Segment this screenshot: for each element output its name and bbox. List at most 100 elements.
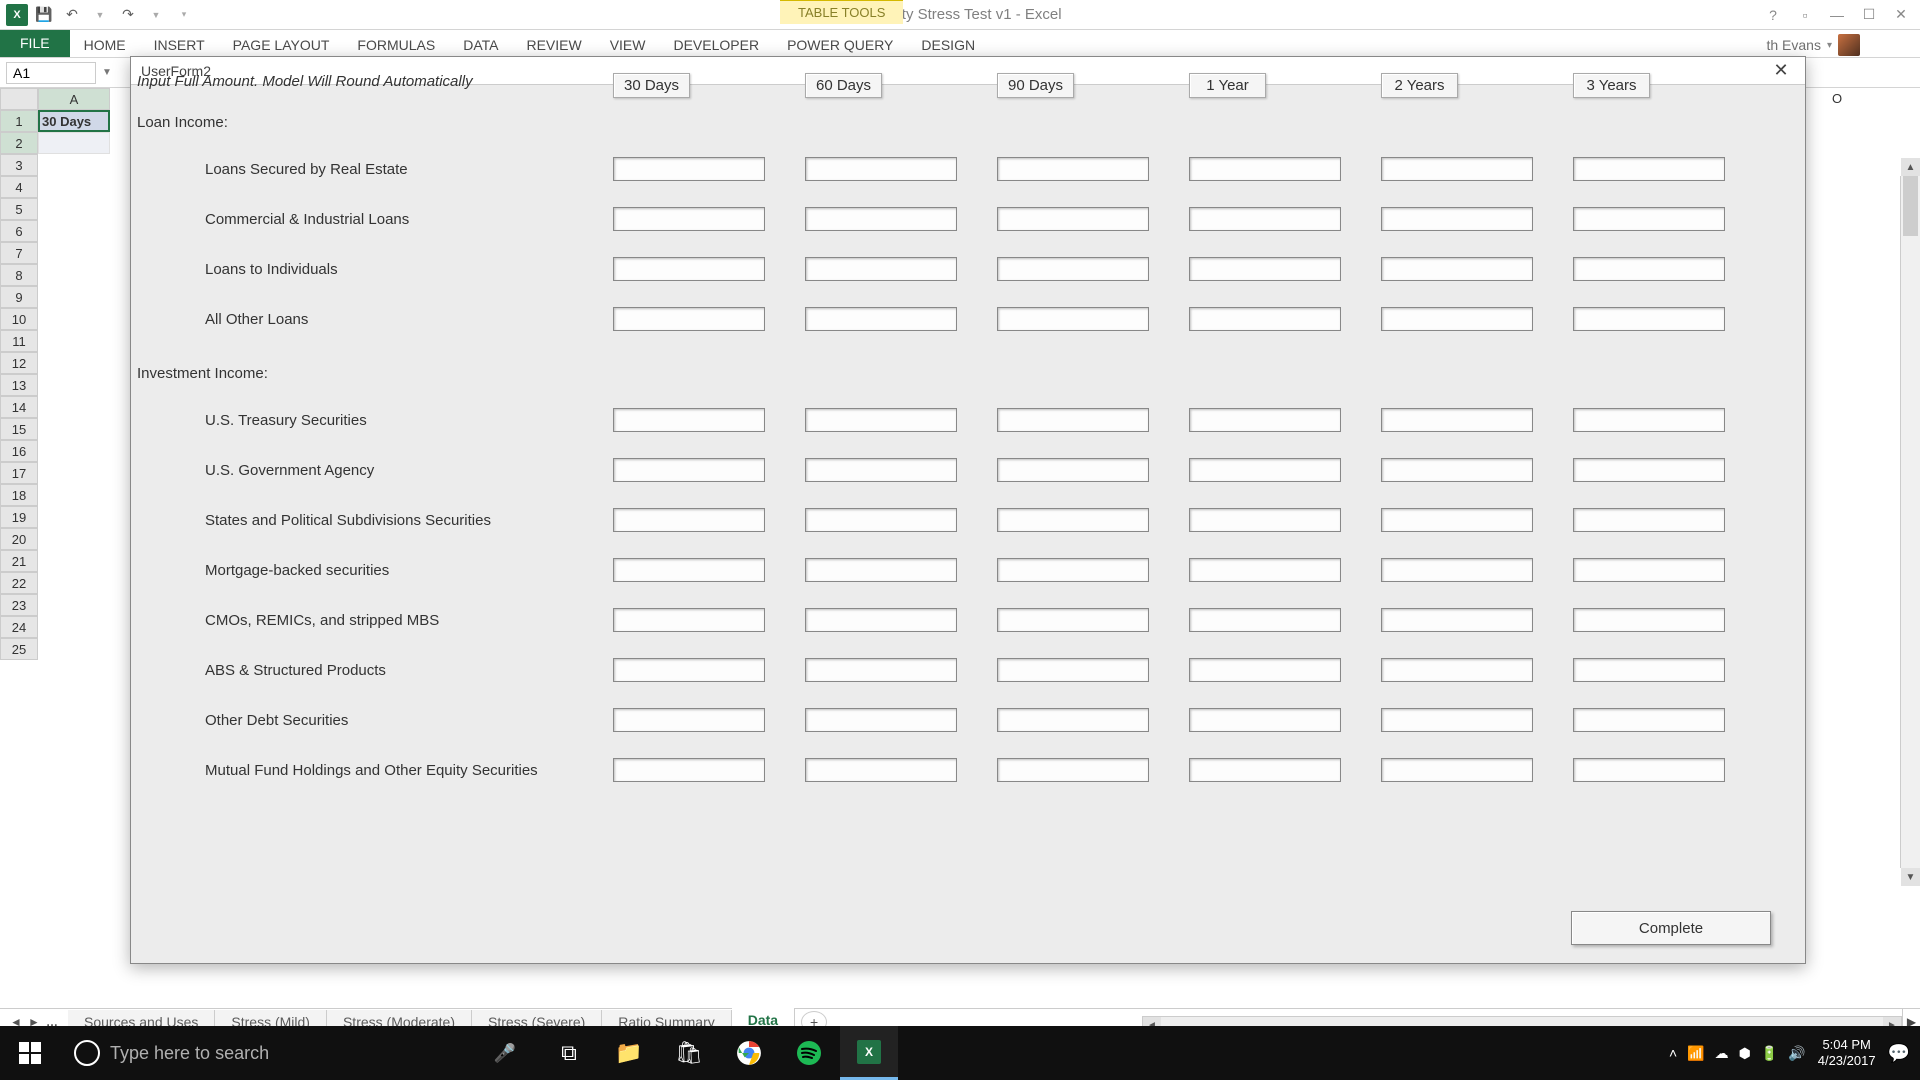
invest-input-r2-c3[interactable] — [1189, 508, 1341, 532]
account-name[interactable]: th Evans — [1766, 37, 1820, 53]
loan-input-r3-c4[interactable] — [1381, 307, 1533, 331]
row-header-16[interactable]: 16 — [0, 440, 38, 462]
row-header-2[interactable]: 2 — [0, 132, 38, 154]
ribbon-tab-home[interactable]: HOME — [70, 33, 140, 57]
notifications-icon[interactable]: 💬 — [1888, 1043, 1910, 1064]
minimize-button[interactable]: — — [1824, 5, 1850, 25]
loan-input-r2-c0[interactable] — [613, 257, 765, 281]
maximize-button[interactable]: ☐ — [1856, 5, 1882, 25]
excel-taskbar-icon[interactable]: X — [840, 1026, 898, 1080]
tray-chevron-icon[interactable]: ˄ — [1669, 1045, 1677, 1062]
loan-input-r3-c2[interactable] — [997, 307, 1149, 331]
ribbon-tab-power-query[interactable]: POWER QUERY — [773, 33, 907, 57]
name-box-dropdown-icon[interactable]: ▼ — [102, 67, 118, 78]
invest-input-r3-c4[interactable] — [1381, 558, 1533, 582]
row-header-6[interactable]: 6 — [0, 220, 38, 242]
cell-a1[interactable]: 30 Days — [38, 110, 110, 132]
invest-input-r6-c1[interactable] — [805, 708, 957, 732]
loan-input-r1-c1[interactable] — [805, 207, 957, 231]
battery-icon[interactable]: 🔋 — [1761, 1045, 1778, 1062]
invest-input-r7-c3[interactable] — [1189, 758, 1341, 782]
loan-input-r0-c1[interactable] — [805, 157, 957, 181]
taskbar-clock[interactable]: 5:04 PM 4/23/2017 — [1818, 1037, 1876, 1068]
invest-input-r7-c1[interactable] — [805, 758, 957, 782]
invest-input-r5-c3[interactable] — [1189, 658, 1341, 682]
loan-input-r0-c2[interactable] — [997, 157, 1149, 181]
invest-input-r0-c5[interactable] — [1573, 408, 1725, 432]
account-picture[interactable] — [1838, 34, 1860, 56]
ribbon-tab-insert[interactable]: INSERT — [140, 33, 219, 57]
row-header-23[interactable]: 23 — [0, 594, 38, 616]
complete-button[interactable]: Complete — [1571, 911, 1771, 945]
loan-input-r3-c3[interactable] — [1189, 307, 1341, 331]
invest-input-r6-c3[interactable] — [1189, 708, 1341, 732]
col-header-a[interactable]: A — [38, 88, 110, 110]
row-header-19[interactable]: 19 — [0, 506, 38, 528]
loan-input-r1-c4[interactable] — [1381, 207, 1533, 231]
invest-input-r4-c2[interactable] — [997, 608, 1149, 632]
invest-input-r3-c3[interactable] — [1189, 558, 1341, 582]
loan-input-r1-c0[interactable] — [613, 207, 765, 231]
invest-input-r7-c0[interactable] — [613, 758, 765, 782]
invest-input-r0-c1[interactable] — [805, 408, 957, 432]
chrome-icon[interactable] — [720, 1026, 778, 1080]
redo-dropdown[interactable]: ▼ — [144, 3, 168, 27]
invest-input-r4-c4[interactable] — [1381, 608, 1533, 632]
taskbar-search[interactable]: Type here to search 🎤 — [60, 1033, 530, 1073]
store-icon[interactable]: 🛍 — [660, 1026, 718, 1080]
save-button[interactable]: 💾 — [32, 3, 56, 27]
loan-input-r0-c3[interactable] — [1189, 157, 1341, 181]
ribbon-tab-page-layout[interactable]: PAGE LAYOUT — [219, 33, 344, 57]
start-button[interactable] — [0, 1026, 60, 1080]
row-header-22[interactable]: 22 — [0, 572, 38, 594]
invest-input-r3-c2[interactable] — [997, 558, 1149, 582]
invest-input-r2-c5[interactable] — [1573, 508, 1725, 532]
invest-input-r1-c5[interactable] — [1573, 458, 1725, 482]
invest-input-r1-c3[interactable] — [1189, 458, 1341, 482]
row-header-5[interactable]: 5 — [0, 198, 38, 220]
invest-input-r5-c0[interactable] — [613, 658, 765, 682]
row-header-10[interactable]: 10 — [0, 308, 38, 330]
task-view-icon[interactable]: ⧉ — [540, 1026, 598, 1080]
ribbon-tab-view[interactable]: VIEW — [596, 33, 660, 57]
row-header-14[interactable]: 14 — [0, 396, 38, 418]
row-header-21[interactable]: 21 — [0, 550, 38, 572]
invest-input-r6-c2[interactable] — [997, 708, 1149, 732]
row-header-24[interactable]: 24 — [0, 616, 38, 638]
scroll-down-icon[interactable]: ▼ — [1901, 868, 1920, 886]
qat-customize[interactable]: ▾ — [172, 3, 196, 27]
loan-input-r2-c3[interactable] — [1189, 257, 1341, 281]
invest-input-r2-c2[interactable] — [997, 508, 1149, 532]
vertical-scrollbar[interactable]: ▲ ▼ — [1900, 176, 1920, 868]
loan-input-r0-c0[interactable] — [613, 157, 765, 181]
row-header-12[interactable]: 12 — [0, 352, 38, 374]
row-header-18[interactable]: 18 — [0, 484, 38, 506]
invest-input-r3-c0[interactable] — [613, 558, 765, 582]
dropbox-icon[interactable]: ⬢ — [1739, 1045, 1751, 1062]
loan-input-r0-c4[interactable] — [1381, 157, 1533, 181]
invest-input-r0-c4[interactable] — [1381, 408, 1533, 432]
invest-input-r3-c5[interactable] — [1573, 558, 1725, 582]
row-header-20[interactable]: 20 — [0, 528, 38, 550]
row-header-1[interactable]: 1 — [0, 110, 38, 132]
undo-button[interactable]: ↶ — [60, 3, 84, 27]
table-tools-tab[interactable]: TABLE TOOLS — [780, 0, 903, 24]
invest-input-r1-c4[interactable] — [1381, 458, 1533, 482]
invest-input-r7-c4[interactable] — [1381, 758, 1533, 782]
cell-a2[interactable] — [38, 132, 110, 154]
row-header-3[interactable]: 3 — [0, 154, 38, 176]
invest-input-r4-c0[interactable] — [613, 608, 765, 632]
ribbon-tab-formulas[interactable]: FORMULAS — [343, 33, 449, 57]
loan-input-r3-c5[interactable] — [1573, 307, 1725, 331]
loan-input-r3-c1[interactable] — [805, 307, 957, 331]
select-all-corner[interactable] — [0, 88, 38, 110]
loan-input-r2-c1[interactable] — [805, 257, 957, 281]
loan-input-r2-c2[interactable] — [997, 257, 1149, 281]
loan-input-r1-c2[interactable] — [997, 207, 1149, 231]
loan-input-r0-c5[interactable] — [1573, 157, 1725, 181]
invest-input-r2-c4[interactable] — [1381, 508, 1533, 532]
invest-input-r0-c2[interactable] — [997, 408, 1149, 432]
invest-input-r5-c2[interactable] — [997, 658, 1149, 682]
invest-input-r3-c1[interactable] — [805, 558, 957, 582]
invest-input-r5-c4[interactable] — [1381, 658, 1533, 682]
